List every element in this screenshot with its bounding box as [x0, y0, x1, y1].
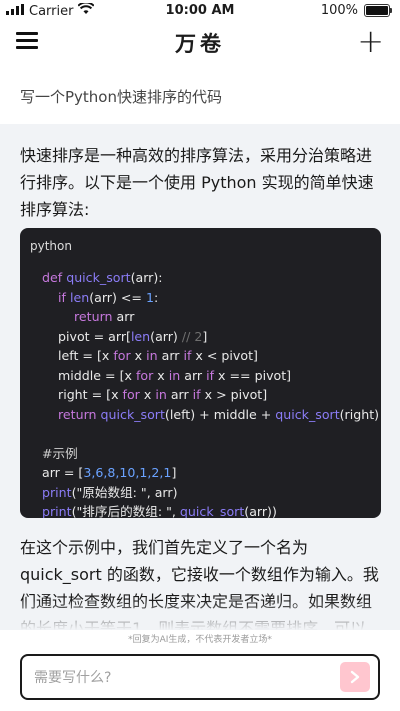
code-content: def quick_sort(arr): if len(arr) <= 1: r… — [42, 270, 380, 518]
code-block[interactable]: python def quick_sort(arr): if len(arr) … — [20, 228, 381, 518]
chevron-right-icon — [348, 668, 362, 689]
app-title: 万卷 — [175, 31, 225, 56]
add-icon[interactable]: + — [357, 25, 384, 57]
nav-bar: 万卷 + — [0, 22, 400, 64]
message-input[interactable]: 需要写什么? — [34, 667, 111, 687]
user-query: 写一个Python快速排序的代码 — [20, 88, 222, 106]
code-language-label: python — [30, 239, 72, 253]
send-button[interactable] — [340, 662, 370, 692]
battery-percent: 100% — [320, 3, 358, 18]
ai-disclaimer: *回复为AI生成，不代表开发者立场* — [128, 635, 272, 645]
battery-icon — [364, 4, 392, 17]
battery-info: 100% — [320, 3, 392, 18]
status-bar: Carrier 10:00 AM 100% — [0, 0, 400, 22]
answer-intro: 快速排序是一种高效的排序算法，采用分治策略进行排序。以下是一个使用 Python… — [20, 146, 374, 219]
answer-panel[interactable]: 快速排序是一种高效的排序算法，采用分治策略进行排序。以下是一个使用 Python… — [0, 124, 400, 630]
message-input-bar[interactable]: 需要写什么? — [20, 654, 380, 700]
fade-overlay — [0, 600, 400, 630]
